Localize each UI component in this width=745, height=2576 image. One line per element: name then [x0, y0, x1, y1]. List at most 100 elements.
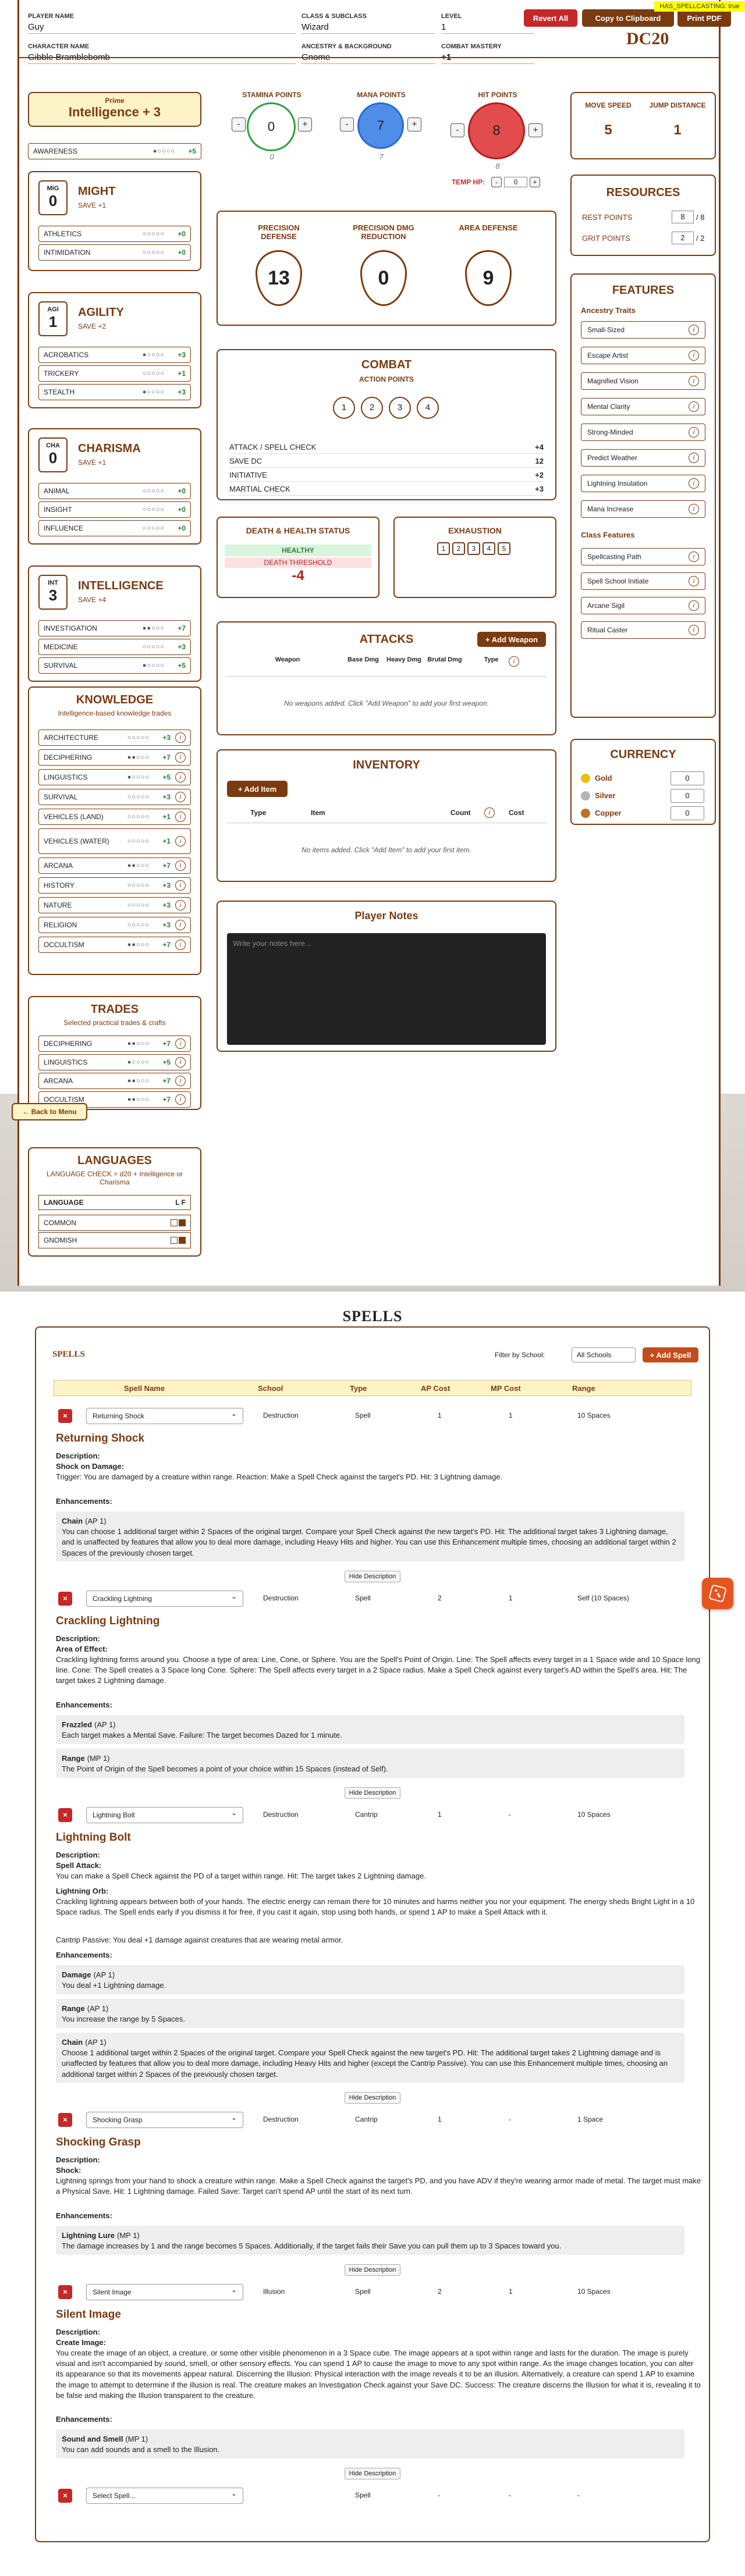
skill-dots[interactable]: ●○○○○ [143, 351, 165, 358]
knowledge-dots[interactable]: ●●○○○ [127, 754, 150, 761]
language-fluent-checkbox[interactable] [179, 1219, 186, 1226]
hide-description-button[interactable]: Hide Description [345, 2468, 400, 2479]
currency-input[interactable]: 0 [670, 771, 704, 785]
skill-dots[interactable]: ●○○○○ [143, 389, 165, 396]
exhaustion-level-4[interactable]: 4 [483, 542, 495, 555]
spell-select[interactable]: Returning Shock [86, 1408, 243, 1424]
skill-dots[interactable]: ○○○○○ [143, 249, 165, 256]
info-icon[interactable]: i [175, 836, 186, 846]
knowledge-row[interactable]: ARCHITECTURE ○○○○○ +3 i [38, 730, 191, 746]
ancestry-trait[interactable]: Predict Weather i [581, 449, 705, 467]
language-row[interactable]: GNOMISH [38, 1232, 191, 1248]
skill-row[interactable]: STEALTH ●○○○○ +3 [38, 384, 191, 400]
hp-circle[interactable]: 8 [468, 102, 525, 159]
spell-select[interactable]: Lightning Bolt [86, 1807, 243, 1823]
info-icon[interactable]: i [689, 401, 699, 412]
player-name-field[interactable]: Guy [28, 22, 296, 34]
add-spell-button[interactable]: + Add Spell [643, 1347, 698, 1362]
knowledge-row[interactable]: OCCULTISM ●●○○○ +7 i [38, 937, 191, 953]
ancestry-trait[interactable]: Magnified Vision i [581, 372, 705, 390]
info-icon[interactable]: i [689, 325, 699, 335]
trade-row[interactable]: LINGUISTICS ●○○○○ +5 i [38, 1054, 191, 1070]
add-item-button[interactable]: + Add Item [227, 781, 288, 797]
skill-dots[interactable]: ○○○○○ [143, 525, 165, 532]
stamina-minus-button[interactable]: - [232, 118, 246, 131]
print-pdf-button[interactable]: Print PDF [677, 9, 731, 27]
info-icon[interactable]: i [689, 625, 699, 635]
currency-input[interactable]: 0 [670, 789, 704, 803]
info-icon[interactable]: i [689, 600, 699, 611]
dice-roller-button[interactable] [702, 1578, 733, 1609]
knowledge-row[interactable]: DECIPHERING ●●○○○ +7 i [38, 749, 191, 766]
language-fluent-checkbox[interactable] [179, 1237, 186, 1244]
skill-dots[interactable]: ●●○○○ [143, 625, 165, 632]
info-icon[interactable]: i [175, 812, 186, 822]
back-to-menu-button[interactable]: ← Back to Menu [12, 1103, 87, 1120]
class-feature[interactable]: Arcane Sigil i [581, 597, 705, 614]
info-icon[interactable]: i [175, 732, 186, 743]
info-icon[interactable]: i [175, 940, 186, 950]
rest-points-input[interactable]: 8 [672, 211, 694, 223]
spell-school-filter[interactable]: All Schools [572, 1347, 636, 1362]
attacks-info-icon[interactable]: i [509, 656, 519, 667]
action-point-1[interactable]: 1 [333, 397, 355, 419]
skill-row[interactable]: INTIMIDATION ○○○○○ +0 [38, 244, 191, 261]
info-icon[interactable]: i [689, 453, 699, 463]
notes-textarea[interactable]: Write your notes here... [227, 933, 546, 1045]
knowledge-dots[interactable]: ○○○○○ [127, 734, 150, 741]
add-weapon-button[interactable]: + Add Weapon [477, 632, 546, 647]
knowledge-dots[interactable]: ○○○○○ [127, 794, 150, 800]
skill-row[interactable]: MEDICINE ○○○○○ +3 [38, 639, 191, 655]
info-icon[interactable]: i [175, 920, 186, 930]
trade-dots[interactable]: ●●○○○ [127, 1040, 150, 1047]
knowledge-row[interactable]: VEHICLES (WATER) ○○○○○ +1 i [38, 828, 191, 854]
info-icon[interactable]: i [175, 1076, 186, 1086]
hide-description-button[interactable]: Hide Description [345, 2092, 400, 2104]
knowledge-row[interactable]: VEHICLES (LAND) ○○○○○ +1 i [38, 809, 191, 825]
awareness-dots[interactable]: ●○○○○ [153, 148, 175, 155]
knowledge-row[interactable]: NATURE ○○○○○ +3 i [38, 897, 191, 913]
revert-all-button[interactable]: Revert All [524, 9, 577, 27]
knowledge-dots[interactable]: ○○○○○ [127, 882, 150, 889]
attribute-badge[interactable]: INT 3 [38, 575, 68, 610]
skill-dots[interactable]: ○○○○○ [143, 488, 165, 494]
language-row[interactable]: COMMON [38, 1215, 191, 1231]
action-point-3[interactable]: 3 [389, 397, 411, 419]
knowledge-row[interactable]: HISTORY ○○○○○ +3 i [38, 877, 191, 894]
info-icon[interactable]: i [175, 880, 186, 891]
hp-minus-button[interactable]: - [450, 123, 464, 137]
knowledge-dots[interactable]: ○○○○○ [127, 921, 150, 928]
grit-points-input[interactable]: 2 [672, 232, 694, 244]
mana-minus-button[interactable]: - [340, 118, 354, 131]
ancestry-trait[interactable]: Small-Sized i [581, 321, 705, 339]
currency-input[interactable]: 0 [670, 806, 704, 820]
trade-dots[interactable]: ●○○○○ [127, 1059, 150, 1066]
ancestry-trait[interactable]: Escape Artist i [581, 347, 705, 364]
spell-select[interactable]: Shocking Grasp [86, 2112, 243, 2128]
skill-row[interactable]: INSIGHT ○○○○○ +0 [38, 501, 191, 518]
remove-spell-button[interactable]: × [58, 2285, 72, 2299]
info-icon[interactable]: i [175, 1094, 186, 1105]
exhaustion-level-5[interactable]: 5 [498, 542, 510, 555]
skill-row[interactable]: ATHLETICS ○○○○○ +0 [38, 226, 191, 242]
ancestry-trait[interactable]: Mental Clarity i [581, 398, 705, 415]
skill-row[interactable]: INVESTIGATION ●●○○○ +7 [38, 620, 191, 636]
exhaustion-level-3[interactable]: 3 [467, 542, 480, 555]
skill-dots[interactable]: ○○○○○ [143, 370, 165, 377]
knowledge-dots[interactable]: ●●○○○ [127, 941, 150, 948]
info-icon[interactable]: i [175, 752, 186, 763]
hp-plus-button[interactable]: + [528, 123, 542, 137]
remove-spell-button[interactable]: × [58, 2489, 72, 2503]
action-point-4[interactable]: 4 [417, 397, 439, 419]
knowledge-row[interactable]: SURVIVAL ○○○○○ +3 i [38, 789, 191, 805]
level-field[interactable]: 1 [441, 22, 534, 34]
knowledge-dots[interactable]: ○○○○○ [127, 902, 150, 909]
info-icon[interactable]: i [175, 1057, 186, 1068]
attribute-badge[interactable]: CHA 0 [38, 437, 68, 472]
temp-hp-minus-button[interactable]: - [491, 177, 502, 187]
trade-dots[interactable]: ●●○○○ [127, 1096, 150, 1103]
temp-hp-plus-button[interactable]: + [530, 177, 540, 187]
copy-clipboard-button[interactable]: Copy to Clipboard [582, 9, 674, 27]
skill-row[interactable]: ACROBATICS ●○○○○ +3 [38, 347, 191, 363]
knowledge-dots[interactable]: ○○○○○ [127, 838, 150, 845]
